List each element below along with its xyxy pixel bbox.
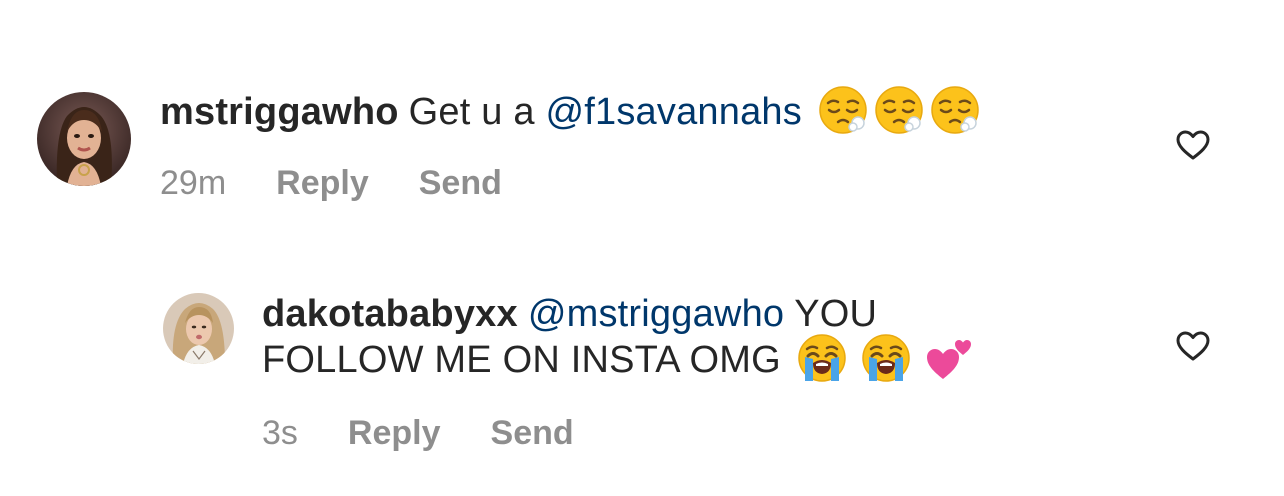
send-button[interactable]: Send bbox=[419, 164, 502, 202]
two-hearts-icon bbox=[926, 339, 971, 379]
avatar[interactable] bbox=[37, 92, 131, 186]
comment-meta: 3s Reply Send bbox=[262, 413, 624, 453]
mention-link[interactable]: @f1savannahs bbox=[545, 91, 801, 133]
send-button[interactable]: Send bbox=[491, 414, 574, 452]
comment-username[interactable]: dakotababyxx bbox=[262, 293, 518, 335]
reply-button[interactable]: Reply bbox=[276, 164, 369, 202]
loudly-crying-face-icon bbox=[862, 334, 910, 382]
mention-link[interactable]: @mstriggawho bbox=[528, 293, 784, 335]
heart-outline-icon[interactable] bbox=[1175, 129, 1211, 161]
loudly-crying-face-icon bbox=[798, 334, 846, 382]
heart-outline-icon[interactable] bbox=[1175, 330, 1211, 362]
sleepy-face-icon bbox=[875, 86, 923, 134]
comment-meta: 29m Reply Send bbox=[160, 163, 552, 203]
comment-username[interactable]: mstriggawho bbox=[160, 91, 399, 133]
cut-off-content-fragment bbox=[300, 0, 360, 6]
comment-text: dakotababyxx @mstriggawho YOU FOLLOW ME ON… bbox=[262, 291, 1022, 383]
sleepy-face-icon bbox=[819, 86, 867, 134]
comment-timestamp: 3s bbox=[262, 414, 298, 452]
comment-text: mstriggawho Get u a @f1savannahs bbox=[160, 86, 1120, 135]
avatar[interactable] bbox=[163, 293, 234, 364]
comment-body: Get u a bbox=[408, 91, 535, 133]
reply-button[interactable]: Reply bbox=[348, 414, 441, 452]
sleepy-face-icon bbox=[931, 86, 979, 134]
comment-timestamp: 29m bbox=[160, 164, 227, 202]
